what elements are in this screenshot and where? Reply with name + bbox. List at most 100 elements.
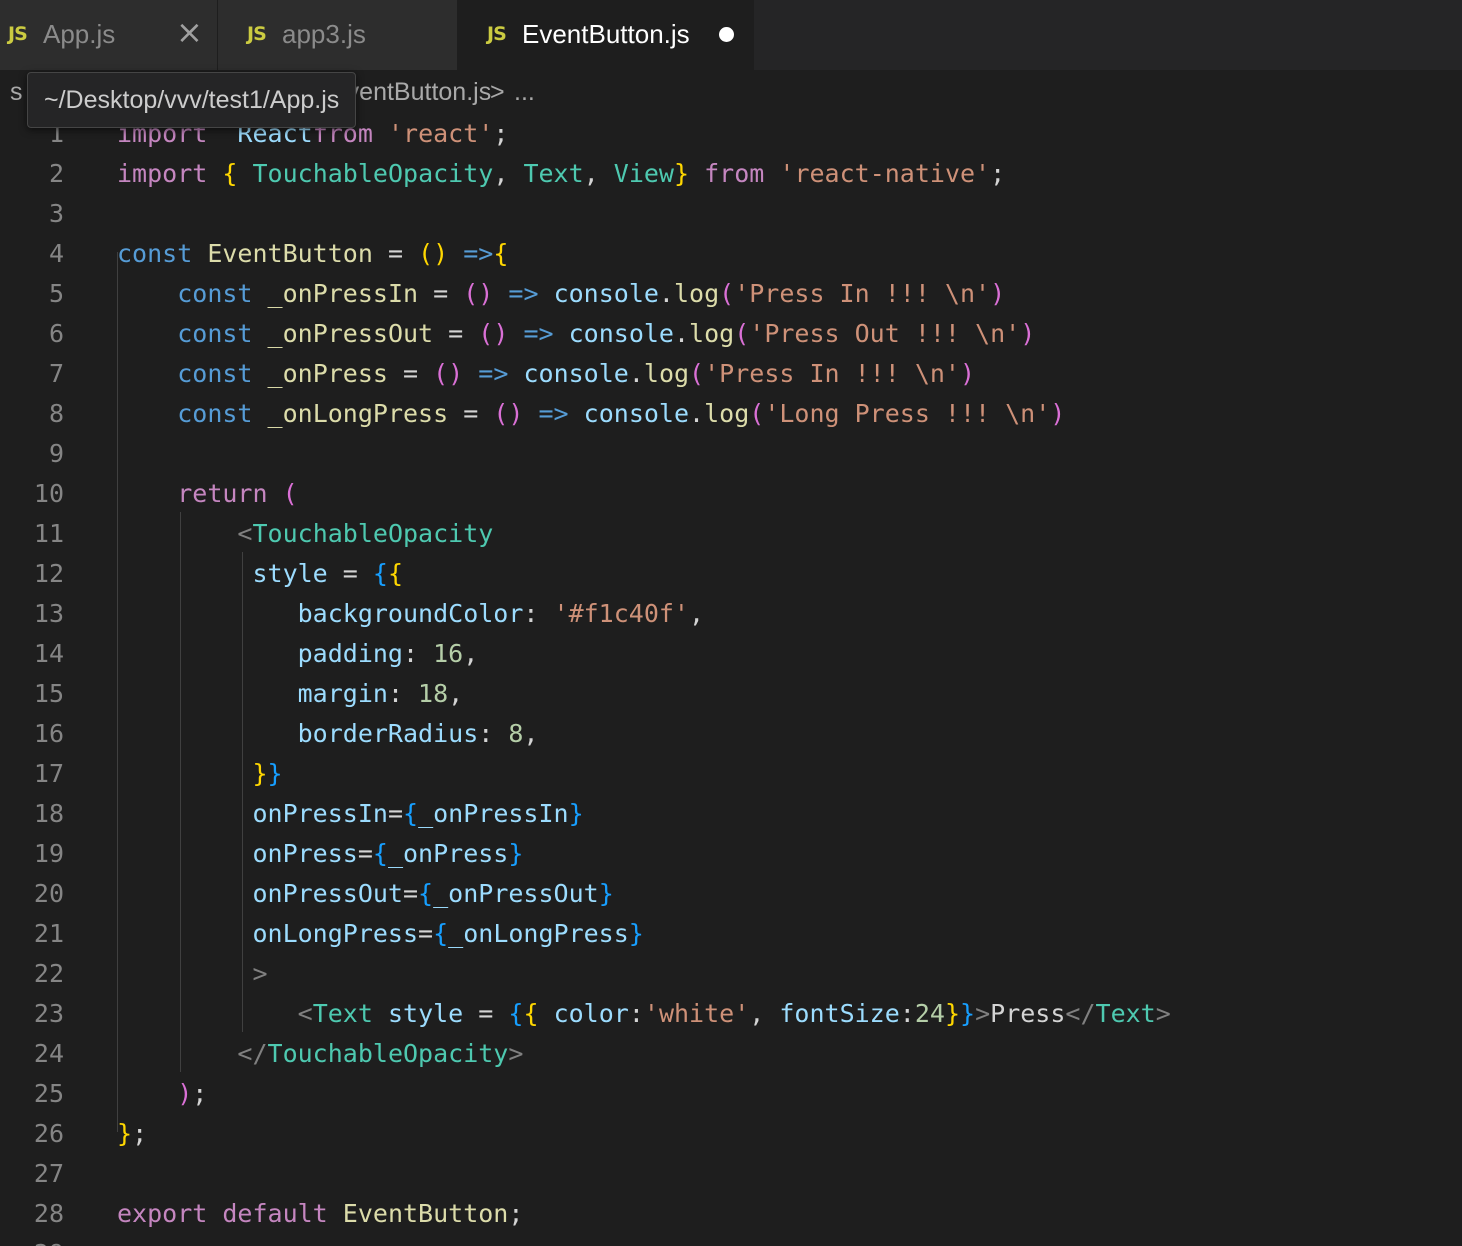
- code-token: ): [1050, 399, 1066, 428]
- line-number: 3: [48, 199, 64, 228]
- code-line[interactable]: 7 const _onPress = () => console.log('Pr…: [0, 354, 1462, 394]
- code-line[interactable]: 20 onPressOut={_onPressOut}: [0, 874, 1462, 914]
- code-token: 'react-native': [779, 159, 991, 188]
- code-line[interactable]: 5 const _onPressIn = () => console.log('…: [0, 274, 1462, 314]
- unsaved-dot-icon[interactable]: [719, 27, 734, 42]
- line-number: 9: [48, 439, 64, 468]
- code-text: <Text style = {{ color:'white', fontSize…: [117, 994, 1171, 1034]
- code-text: >: [117, 954, 268, 994]
- tab-label: App.js: [43, 19, 116, 49]
- code-token: :: [478, 719, 509, 748]
- line-number: 7: [48, 359, 64, 388]
- code-line[interactable]: 26};: [0, 1114, 1462, 1154]
- tab-label: app3.js: [282, 19, 366, 49]
- line-number: 11: [33, 519, 64, 548]
- code-line[interactable]: 21 onLongPress={_onLongPress}: [0, 914, 1462, 954]
- code-line[interactable]: 25 );: [0, 1074, 1462, 1114]
- code-line[interactable]: 24 </TouchableOpacity>: [0, 1034, 1462, 1074]
- code-token: <: [237, 519, 253, 548]
- code-line[interactable]: 8 const _onLongPress = () => console.log…: [0, 394, 1462, 434]
- code-token: log: [643, 359, 690, 388]
- code-token: (: [719, 279, 735, 308]
- code-line[interactable]: 10 return (: [0, 474, 1462, 514]
- code-line[interactable]: 17 }}: [0, 754, 1462, 794]
- code-token: >: [252, 959, 268, 988]
- code-line[interactable]: 6 const _onPressOut = () => console.log(…: [0, 314, 1462, 354]
- code-token: (): [433, 359, 464, 388]
- code-token: =: [387, 799, 403, 828]
- code-text: import { TouchableOpacity, Text, View} f…: [117, 154, 1005, 194]
- line-number: 2: [48, 159, 64, 188]
- code-token: 'Press Out !!! \n': [749, 319, 1021, 348]
- code-line[interactable]: 9: [0, 434, 1462, 474]
- code-token: }: [568, 799, 584, 828]
- code-token: {: [403, 799, 419, 828]
- code-editor[interactable]: 1 import Reactfrom 'react'; 2 import { Touc…: [0, 112, 1462, 1246]
- code-text: const _onLongPress = () => console.log('…: [117, 394, 1065, 434]
- line-number: 26: [33, 1119, 64, 1148]
- code-token: }: [267, 759, 283, 788]
- code-token: Text: [523, 159, 584, 188]
- code-token: _onLongPress: [448, 919, 629, 948]
- code-line[interactable]: 23 <Text style = {{ color:'white', fontS…: [0, 994, 1462, 1034]
- tab-eventbutton-js[interactable]: JS EventButton.js: [458, 0, 754, 70]
- code-token: =: [402, 879, 419, 908]
- code-line[interactable]: 3: [0, 194, 1462, 234]
- code-token: from: [704, 159, 765, 188]
- code-token: =>: [508, 279, 539, 308]
- breadcrumb-folder[interactable]: s: [10, 78, 23, 107]
- close-icon[interactable]: ×: [176, 16, 203, 48]
- code-line[interactable]: 28 export default EventButton;: [0, 1194, 1462, 1234]
- code-line[interactable]: 2 import { TouchableOpacity, Text, View} …: [0, 154, 1462, 194]
- code-token: _onPress: [267, 359, 388, 388]
- code-token: log: [704, 399, 750, 428]
- code-text: onPressOut={_onPressOut}: [117, 874, 613, 914]
- code-line[interactable]: 4 const EventButton = () =>{: [0, 234, 1462, 274]
- code-line[interactable]: 11 <TouchableOpacity: [0, 514, 1462, 554]
- code-token: backgroundColor: [297, 599, 524, 628]
- code-token: 'white': [643, 999, 750, 1028]
- tab-app3-js[interactable]: JS app3.js: [218, 0, 458, 70]
- code-token: </: [1065, 999, 1096, 1028]
- code-token: EventButton: [207, 239, 373, 268]
- tab-bar: JS App.js × JS app3.js JS EventButton.js: [0, 0, 1462, 70]
- breadcrumb-symbol[interactable]: ...: [514, 78, 535, 107]
- code-token: {: [508, 999, 524, 1028]
- code-line[interactable]: 15 margin: 18,: [0, 674, 1462, 714]
- code-token: _onPressOut: [433, 879, 599, 908]
- code-line[interactable]: 19 onPress={_onPress}: [0, 834, 1462, 874]
- code-token: '#f1c40f': [553, 599, 689, 628]
- code-line[interactable]: 16 borderRadius: 8,: [0, 714, 1462, 754]
- code-token: console: [523, 359, 629, 388]
- tab-app-js[interactable]: JS App.js ×: [0, 0, 218, 70]
- code-token: TouchableOpacity: [267, 1039, 509, 1068]
- code-token: (): [493, 399, 524, 428]
- code-line[interactable]: 22 >: [0, 954, 1462, 994]
- code-token: (): [478, 319, 509, 348]
- code-token: {: [433, 919, 449, 948]
- code-line[interactable]: 27: [0, 1154, 1462, 1194]
- code-line[interactable]: 13 backgroundColor: '#f1c40f',: [0, 594, 1462, 634]
- code-text: </TouchableOpacity>: [117, 1034, 523, 1074]
- line-number: 14: [33, 639, 64, 668]
- tab-label: EventButton.js: [522, 19, 690, 49]
- code-line[interactable]: 14 padding: 16,: [0, 634, 1462, 674]
- line-number: 25: [33, 1079, 64, 1108]
- code-token: {: [372, 559, 388, 588]
- code-token: ;: [132, 1119, 148, 1148]
- code-token: >: [508, 1039, 524, 1068]
- code-line[interactable]: 18 onPressIn={_onPressIn}: [0, 794, 1462, 834]
- code-line[interactable]: 29: [0, 1234, 1462, 1246]
- code-line[interactable]: 12 style = {{: [0, 554, 1462, 594]
- code-token: {: [493, 239, 509, 268]
